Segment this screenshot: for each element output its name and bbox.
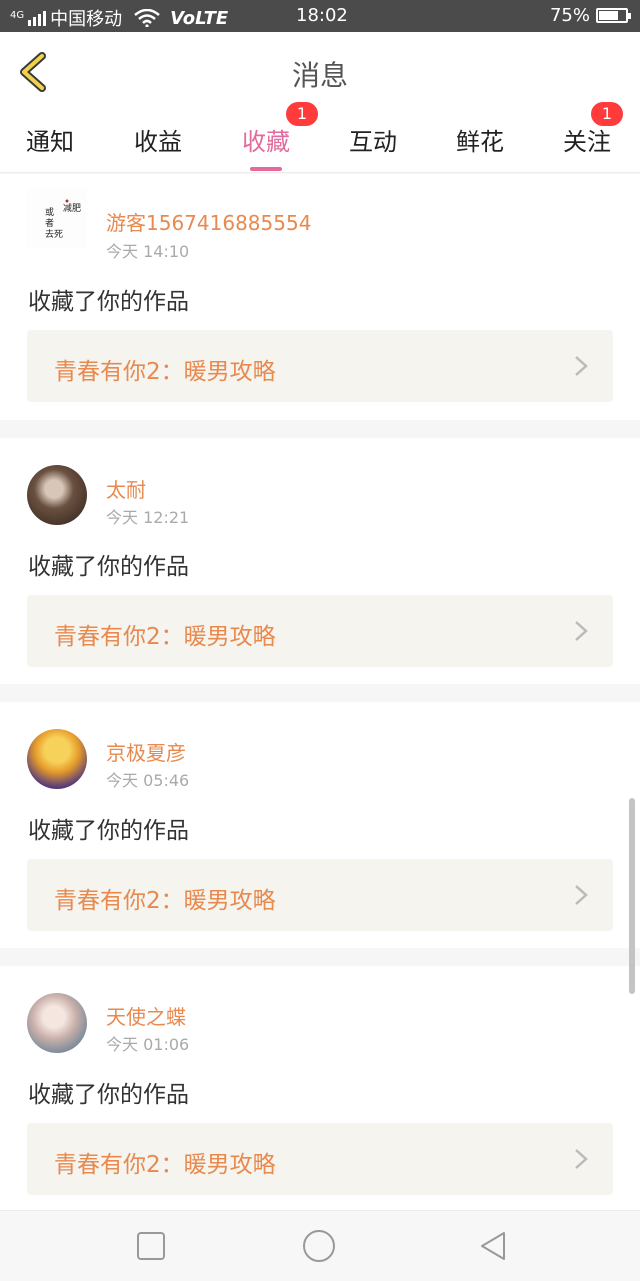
tab-notifications[interactable]: 通知: [26, 122, 74, 157]
feed-item: 天使之蝶 今天 01:06 收藏了你的作品 青春有你2：暖男攻略: [0, 966, 640, 1210]
username[interactable]: 京极夏彦: [106, 737, 186, 766]
work-link[interactable]: 青春有你2：暖男攻略: [27, 595, 613, 667]
work-link[interactable]: 青春有你2：暖男攻略: [27, 330, 613, 402]
action-text: 收藏了你的作品: [28, 1082, 189, 1108]
avatar[interactable]: 减肥 或 者 去死: [27, 189, 87, 249]
tab-label: 互动: [349, 128, 397, 156]
tab-earnings[interactable]: 收益: [134, 122, 182, 157]
unread-badge: 1: [286, 102, 318, 126]
username[interactable]: 太耐: [106, 474, 146, 503]
avatar[interactable]: [27, 993, 87, 1053]
chevron-right-icon: [575, 621, 588, 641]
app-header: 消息: [0, 32, 640, 111]
chevron-right-icon: [575, 885, 588, 905]
active-tab-indicator: [250, 167, 282, 171]
feed-item: 太耐 今天 12:21 收藏了你的作品 青春有你2：暖男攻略: [0, 438, 640, 684]
tab-bar: 通知 收益 收藏 1 互动 鲜花 关注 1: [0, 102, 640, 173]
tab-label: 关注: [563, 128, 611, 156]
clock: 18:02: [296, 5, 348, 26]
svg-text:者: 者: [45, 218, 54, 229]
calligraphy-avatar-image: 减肥 或 者 去死: [27, 189, 87, 249]
tab-favorites[interactable]: 收藏 1: [242, 102, 318, 171]
action-text: 收藏了你的作品: [28, 818, 189, 844]
feed-item: 减肥 或 者 去死 游客1567416885554 今天 14:10 收藏了你的…: [0, 174, 640, 420]
circle-icon[interactable]: [302, 1229, 336, 1263]
wifi-icon: [134, 9, 160, 27]
triangle-back-icon[interactable]: [476, 1229, 510, 1263]
volte-label: VoLTE: [170, 7, 229, 29]
chevron-right-icon: [575, 1149, 588, 1169]
status-bar: 4G 中国移动 VoLTE 18:02 75%: [0, 0, 640, 32]
tab-following[interactable]: 关注 1: [563, 102, 623, 157]
signal-icon: [28, 10, 47, 26]
work-title: 青春有你2：暖男攻略: [54, 888, 276, 914]
avatar[interactable]: [27, 729, 87, 789]
work-link[interactable]: 青春有你2：暖男攻略: [27, 1123, 613, 1195]
page-title: 消息: [291, 59, 348, 92]
action-text: 收藏了你的作品: [28, 289, 189, 315]
svg-text:减肥: 减肥: [63, 202, 81, 214]
username[interactable]: 游客1567416885554: [106, 207, 311, 236]
timestamp: 今天 12:21: [106, 508, 190, 527]
tab-interactions[interactable]: 互动: [349, 122, 397, 157]
network-type: 4G: [10, 9, 25, 21]
battery-icon: [596, 8, 631, 23]
timestamp: 今天 05:46: [106, 771, 190, 790]
scrollbar[interactable]: [629, 798, 635, 994]
unread-badge: 1: [591, 102, 623, 126]
tab-label: 通知: [26, 128, 74, 156]
system-nav-bar: [0, 1210, 640, 1281]
avatar[interactable]: [27, 465, 87, 525]
chevron-right-icon: [575, 356, 588, 376]
work-title: 青春有你2：暖男攻略: [54, 1152, 276, 1178]
tab-label: 鲜花: [456, 128, 504, 156]
feed-item: 京极夏彦 今天 05:46 收藏了你的作品 青春有你2：暖男攻略: [0, 702, 640, 948]
tab-label: 收藏: [242, 128, 290, 156]
tab-label: 收益: [134, 128, 182, 156]
battery-percent: 75%: [549, 5, 590, 26]
action-text: 收藏了你的作品: [28, 554, 189, 580]
carrier-name: 中国移动: [50, 9, 123, 30]
username[interactable]: 天使之蝶: [106, 1001, 186, 1030]
timestamp: 今天 01:06: [106, 1035, 190, 1054]
timestamp: 今天 14:10: [106, 242, 190, 261]
work-title: 青春有你2：暖男攻略: [54, 359, 276, 385]
work-title: 青春有你2：暖男攻略: [54, 624, 276, 650]
svg-text:或: 或: [45, 206, 54, 218]
tab-flowers[interactable]: 鲜花: [456, 122, 504, 157]
svg-text:去死: 去死: [45, 228, 63, 240]
work-link[interactable]: 青春有你2：暖男攻略: [27, 859, 613, 931]
square-icon[interactable]: [134, 1229, 168, 1263]
